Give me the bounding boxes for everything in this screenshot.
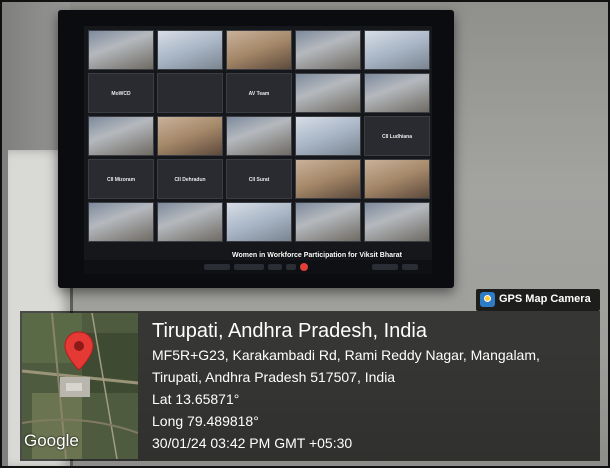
participant-name: CII Surat (248, 177, 270, 184)
participant-tile (88, 202, 154, 242)
participant-tile (295, 30, 361, 70)
share-button (268, 264, 282, 270)
participant-tile (226, 116, 292, 156)
participant-tile (157, 73, 223, 113)
participant-tile (295, 159, 361, 199)
participant-tile (295, 116, 361, 156)
participant-tile (226, 202, 292, 242)
participant-tile (157, 202, 223, 242)
participant-tile (157, 116, 223, 156)
map-thumbnail: Google (22, 313, 138, 459)
participant-tile: MoWCD (88, 73, 154, 113)
participant-name: AV Team (248, 91, 270, 98)
gps-map-camera-icon (480, 292, 495, 307)
location-title: Tirupati, Andhra Pradesh, India (152, 320, 427, 342)
participant-tile: CII Mizoram (88, 159, 154, 199)
participant-tile: CII Surat (226, 159, 292, 199)
conference-screen: CII Surat CII Dehradun CII Mizoram CII Ludh… (84, 26, 432, 274)
gps-map-camera-badge: GPS Map Camera (476, 289, 600, 311)
tv-display: CII Surat CII Dehradun CII Mizoram CII Ludh… (58, 10, 454, 288)
participant-name: CII Mizoram (106, 177, 136, 184)
participant-tile: CII Dehradun (157, 159, 223, 199)
stop-video-button (234, 264, 264, 270)
photo-frame: CII Surat CII Dehradun CII Mizoram CII Ludh… (0, 0, 610, 468)
participant-tile: CII Ludhiana (364, 116, 430, 156)
location-panel: Google Tirupati, Andhra Pradesh, India M… (20, 311, 600, 461)
participant-tile (295, 73, 361, 113)
participant-name: MoWCD (111, 91, 131, 98)
participant-name: CII Ludhiana (382, 134, 412, 141)
chat-button (402, 264, 418, 270)
participant-tile (88, 116, 154, 156)
participants-button (372, 264, 398, 270)
end-call-icon (300, 263, 308, 271)
participant-name: CII Dehradun (174, 177, 206, 184)
reactions-button (286, 264, 296, 270)
datetime: 30/01/24 03:42 PM GMT +05:30 (152, 435, 353, 451)
participant-tile (364, 30, 430, 70)
unmute-button (204, 264, 230, 270)
address-line-1: MF5R+G23, Karakambadi Rd, Rami Reddy Nag… (152, 347, 540, 363)
participant-tile (88, 30, 154, 70)
participant-tile (295, 202, 361, 242)
map-provider-label: Google (24, 431, 79, 450)
location-info: Tirupati, Andhra Pradesh, India MF5R+G23… (152, 319, 540, 453)
participant-tile (364, 202, 430, 242)
participant-tile (364, 159, 430, 199)
participant-tile (157, 30, 223, 70)
participant-tile (226, 30, 292, 70)
latitude: Lat 13.65871° (152, 391, 240, 407)
map-pin-icon (64, 331, 94, 371)
participant-tile: AV Team (226, 73, 292, 113)
gps-badge-label: GPS Map Camera (499, 293, 591, 305)
screen-banner: Women in Workforce Participation for Vik… (232, 252, 402, 259)
address-line-2: Tirupati, Andhra Pradesh 517507, India (152, 369, 396, 385)
longitude: Long 79.489818° (152, 413, 259, 429)
meeting-toolbar (84, 260, 432, 274)
participant-tile (364, 73, 430, 113)
